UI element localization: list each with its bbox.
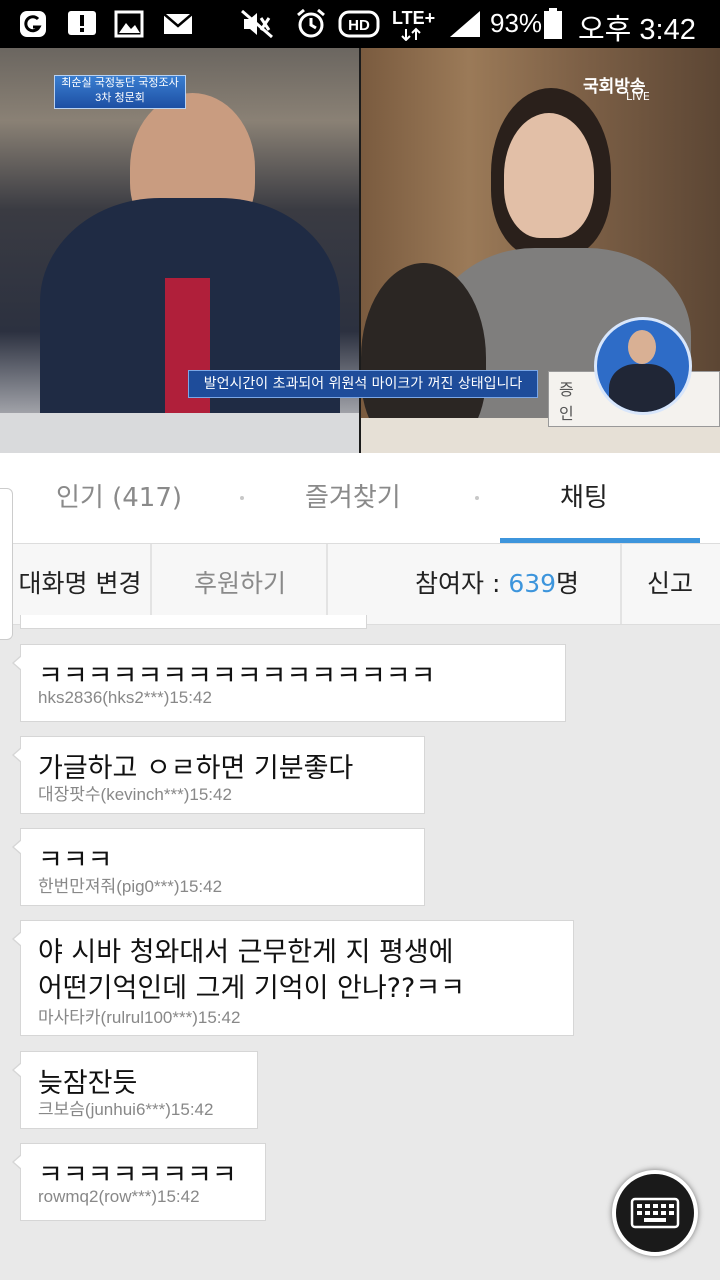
video-caption: 발언시간이 초과되어 위원석 마이크가 꺼진 상태입니다 [188,370,538,398]
witness-face [504,113,594,238]
tab-separator-dot [240,496,244,500]
g-app-icon [18,9,48,39]
chat-message: 늦잠잔듯 크보슴(junhui6***)15:42 [12,1051,258,1129]
notification-alert-icon [66,9,98,39]
live-label: LIVE [626,90,650,103]
message-meta: hks2836(hks2***)15:42 [38,688,212,707]
divider [620,544,622,624]
desk [0,413,359,453]
message-meta: 마사타카(rulrul100***)15:42 [38,1008,241,1027]
battery-percent: 93% [490,8,543,38]
alarm-icon [294,8,328,39]
video-player[interactable]: 최순실 국정농단 국정조사 3차 청문회 국회방송 LIVE 증 인 발언시간이… [0,48,720,453]
rename-button[interactable]: 대화명 변경 [10,544,150,624]
participants-number: 639 [508,569,557,598]
nameplate-char-1: 증 [559,380,574,399]
message-meta: 한번만져줘(pig0***)15:42 [38,877,223,896]
tab-favorites[interactable]: 즐겨찾기 [305,453,401,543]
message-meta: 크보슴(junhui6***)15:42 [38,1100,214,1119]
battery-icon [542,8,564,39]
lte-icon: LTE+ [392,8,444,41]
sponsor-button[interactable]: 후원하기 [165,544,315,624]
gallery-icon [114,9,144,39]
chat-message: ㅋㅋㅋㅋㅋㅋㅋㅋ rowmq2(row***)15:42 [12,1143,266,1221]
mute-icon [240,9,274,39]
tab-popular[interactable]: 인기 (417) [56,453,182,543]
status-bar: HD LTE+ 93% 오후 3:42 [0,0,720,48]
tab-bar: 인기 (417) 즐겨찾기 채팅 [0,453,720,543]
signal-icon [448,9,482,39]
network-label: LTE+ [392,8,435,28]
side-drawer-handle[interactable] [0,488,13,640]
chat-message: 가글하고 ㅇㄹ하면 기분좋다 대장팟수(kevinch***)15:42 [12,736,425,814]
participants-count: 참여자 : 639명 [400,544,615,624]
chat-bubble-partial [20,615,367,629]
participants-label: 참여자 : [415,569,509,598]
report-button[interactable]: 신고 [630,544,710,624]
chat-message: ㅋㅋㅋ 한번만져줘(pig0***)15:42 [12,828,425,906]
mail-icon [162,9,194,39]
keyboard-icon [630,1197,680,1229]
speaker-tie [165,278,210,428]
clock: 오후 3:42 [578,14,696,46]
hd-voice-icon: HD [338,9,380,39]
keyboard-toggle-button[interactable] [612,1170,698,1256]
participants-unit: 명 [556,569,580,598]
topic-line1: 최순실 국정농단 국정조사 [61,77,179,89]
divider [326,544,328,624]
divider [150,544,152,624]
chat-message: 야 시바 청와대서 근무한게 지 평생에 어떤기억인데 그게 기억이 안나??ㅋ… [12,920,574,1036]
nameplate-char-2: 인 [559,404,574,423]
chat-action-bar: 대화명 변경 후원하기 참여자 : 639명 신고 [0,543,720,625]
message-meta: 대장팟수(kevinch***)15:42 [38,785,232,804]
tab-chat[interactable]: 채팅 [560,453,608,543]
chat-message: ㅋㅋㅋㅋㅋㅋㅋㅋㅋㅋㅋㅋㅋㅋㅋㅋ hks2836(hks2***)15:42 [12,644,566,722]
topic-badge: 최순실 국정농단 국정조사 3차 청문회 [54,75,186,109]
message-meta: rowmq2(row***)15:42 [38,1187,200,1206]
hd-label: HD [348,17,370,34]
sign-language-interpreter [594,317,692,415]
tab-separator-dot [475,496,479,500]
topic-line2: 3차 청문회 [95,92,145,104]
